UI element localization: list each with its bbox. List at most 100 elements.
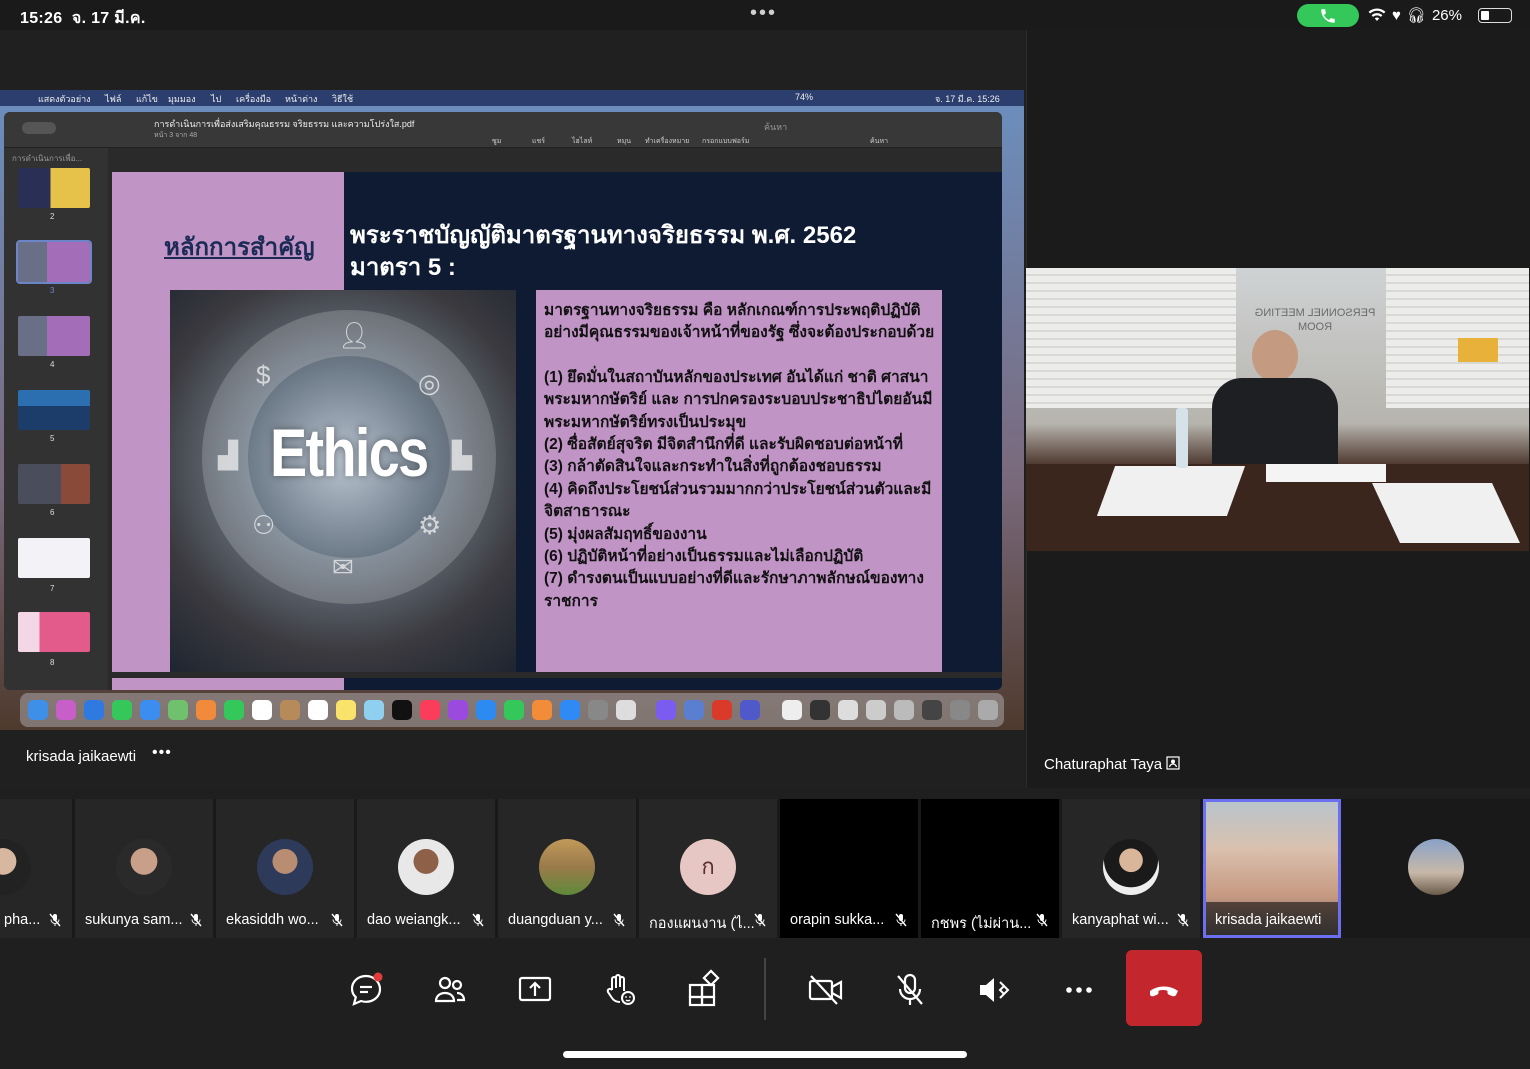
finder-icon bbox=[28, 700, 48, 720]
participant-tile[interactable]: kanyaphat wi... bbox=[1062, 799, 1200, 938]
mic-muted-icon bbox=[1036, 913, 1048, 927]
target-icon: ◎ bbox=[418, 368, 441, 398]
mic-muted-icon bbox=[1177, 913, 1189, 927]
more-icon bbox=[1066, 987, 1092, 993]
mac-menu-item: หน้าต่าง bbox=[285, 94, 318, 104]
preview-toolbar: การดำเนินการเพื่อส่งเสริมคุณธรรม จริยธรร… bbox=[4, 112, 1002, 148]
apps-button[interactable] bbox=[682, 968, 726, 1012]
participant-tile[interactable]: ก กองแผนงาน (ไ... bbox=[639, 799, 777, 938]
tv-icon bbox=[392, 700, 412, 720]
facetime-icon bbox=[224, 700, 244, 720]
toolbar-label: หมุน bbox=[617, 138, 632, 145]
participant-avatar bbox=[539, 839, 595, 895]
mic-off-icon bbox=[897, 973, 923, 1005]
mac-menu-item: วิธีใช้ bbox=[332, 94, 354, 104]
active-call-pill[interactable] bbox=[1297, 4, 1359, 27]
notes-icon bbox=[336, 700, 356, 720]
music-icon bbox=[420, 700, 440, 720]
speaker-name: Chaturaphat Taya bbox=[1044, 756, 1180, 773]
mic-muted-icon bbox=[190, 913, 202, 927]
participant-tile[interactable]: duangduan y... bbox=[498, 799, 636, 938]
calendar-icon bbox=[252, 700, 272, 720]
participants-button[interactable] bbox=[428, 968, 472, 1012]
share-screen-button[interactable] bbox=[513, 968, 557, 1012]
room-sign: PERSONNEL MEETING ROOM bbox=[1254, 307, 1376, 333]
status-time: 15:26 จ. 17 มี.ค. bbox=[20, 10, 146, 27]
numbers-icon bbox=[504, 700, 524, 720]
people-icon bbox=[434, 976, 466, 1003]
camera-toggle-button[interactable] bbox=[804, 968, 848, 1012]
participant-strip: pha... sukunya sam... ekasiddh wo... dao… bbox=[0, 799, 1530, 938]
audio-output-button[interactable] bbox=[972, 968, 1016, 1012]
slide-intro: มาตรฐานทางจริยธรรม คือ หลักเกณฑ์การประพฤ… bbox=[544, 302, 935, 342]
mic-muted-icon bbox=[895, 913, 907, 927]
speaker-head bbox=[1252, 330, 1298, 382]
gear-icon: ⚙ bbox=[418, 510, 442, 540]
leave-call-button[interactable] bbox=[1126, 950, 1202, 1026]
reactions-button[interactable] bbox=[598, 968, 642, 1012]
participant-avatar bbox=[0, 839, 31, 895]
participant-tile[interactable]: กชพร (ไม่ผ่าน... bbox=[921, 799, 1059, 938]
app-store-icon bbox=[560, 700, 580, 720]
participant-name: kanyaphat wi... bbox=[1072, 912, 1169, 928]
participant-name: sukunya sam... bbox=[85, 912, 183, 928]
page-thumbnail bbox=[18, 612, 90, 652]
mic-toggle-button[interactable] bbox=[888, 968, 932, 1012]
more-button[interactable] bbox=[1057, 968, 1101, 1012]
thumbnail-number: 4 bbox=[50, 360, 55, 369]
messages-icon bbox=[112, 700, 132, 720]
app-icon bbox=[684, 700, 704, 720]
participant-tile[interactable] bbox=[1366, 799, 1504, 938]
headphones-icon: 🎧︎ bbox=[1406, 7, 1426, 24]
slide-title-line-1: พระราชบัญญัติมาตรฐานทางจริยธรรม พ.ศ. 256… bbox=[350, 222, 857, 249]
multitask-dots-icon[interactable]: ••• bbox=[750, 2, 777, 25]
participant-tile[interactable]: dao weiangk... bbox=[357, 799, 495, 938]
building-icon: ▙ bbox=[452, 440, 472, 470]
slide-item: (6) ปฏิบัติหน้าที่อย่างเป็นธรรมและไม่เลื… bbox=[544, 548, 864, 566]
speaker-icon bbox=[980, 978, 1010, 1002]
mac-menu-item: เครื่องมือ bbox=[236, 94, 272, 104]
preview-icon bbox=[616, 700, 636, 720]
mic-muted-icon bbox=[49, 913, 61, 927]
controls-separator bbox=[764, 958, 766, 1020]
self-video-tile[interactable]: krisada jaikaewti bbox=[1203, 799, 1341, 938]
participant-name: orapin sukka... bbox=[790, 912, 885, 928]
participant-tile[interactable]: orapin sukka... bbox=[780, 799, 918, 938]
contacts-icon bbox=[280, 700, 300, 720]
participant-tile[interactable]: sukunya sam... bbox=[75, 799, 213, 938]
thumbnail-number: 6 bbox=[50, 508, 55, 517]
search-field: ค้นหา bbox=[764, 122, 788, 132]
toolbar-label: ทำเครื่องหมาย bbox=[645, 138, 690, 145]
teams-icon bbox=[740, 700, 760, 720]
preview-window: การดำเนินการเพื่อส่งเสริมคุณธรรม จริยธรร… bbox=[4, 112, 1002, 690]
participant-tile[interactable]: ekasiddh wo... bbox=[216, 799, 354, 938]
person-icon: 👤︎ bbox=[338, 320, 372, 350]
participant-tile[interactable]: pha... bbox=[0, 799, 72, 938]
presenter-icon bbox=[1166, 756, 1180, 770]
slide-item: (3) กล้าตัดสินใจและกระทำในสิ่งที่ถูกต้อง… bbox=[544, 458, 882, 476]
mac-menu-item: ไป bbox=[211, 94, 222, 104]
more-options-button[interactable]: ••• bbox=[152, 744, 172, 762]
thumbnail-number: 5 bbox=[50, 434, 55, 443]
mic-muted-icon bbox=[472, 913, 484, 927]
mac-menu-item: มุมมอง bbox=[168, 94, 196, 104]
safari-icon bbox=[84, 700, 104, 720]
team-icon: ⚇ bbox=[252, 510, 276, 540]
participant-name: ekasiddh wo... bbox=[226, 912, 319, 928]
apps-icon bbox=[688, 969, 720, 1007]
home-indicator[interactable] bbox=[563, 1051, 967, 1058]
trash-icon bbox=[978, 700, 998, 720]
page-thumbnail bbox=[18, 538, 90, 578]
window-controls bbox=[22, 122, 56, 134]
thumbnail-number: 8 bbox=[50, 658, 55, 667]
recent-file-icon bbox=[810, 700, 830, 720]
mail-icon bbox=[140, 700, 160, 720]
toolbar-label: ค้นหา bbox=[870, 138, 889, 145]
sidebar-title: การดำเนินการเพื่อ... bbox=[12, 154, 83, 163]
chat-button[interactable] bbox=[344, 968, 388, 1012]
toolbar-label: กรอกแบบฟอร์ม bbox=[702, 138, 750, 145]
participant-name: duangduan y... bbox=[508, 912, 603, 928]
envelope-icon: ✉ bbox=[332, 552, 354, 582]
yellow-folder bbox=[1458, 338, 1498, 362]
camera-off-icon bbox=[808, 975, 843, 1005]
